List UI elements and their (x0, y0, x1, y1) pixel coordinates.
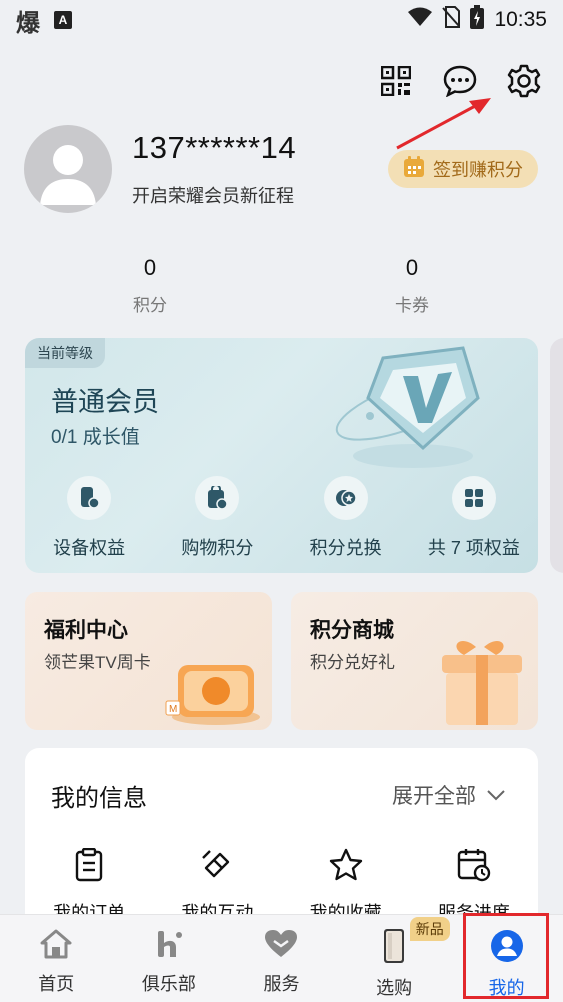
star-icon (329, 848, 363, 886)
profile-subtitle: 开启荣耀会员新征程 (132, 186, 294, 206)
svg-text:M: M (169, 704, 177, 715)
qr-code-icon[interactable] (379, 64, 413, 98)
points-stat[interactable]: 0 积分 (100, 255, 200, 316)
right-label: 积分兑换 (309, 538, 382, 558)
wifi-icon (408, 7, 433, 33)
status-app-glyph: 爆 (16, 9, 40, 37)
membership-level-card[interactable]: 当前等级 普通会员 0/1 成长值 设备权益 购物积分 积分兑换 共 7 项权益 (25, 338, 538, 573)
club-icon (154, 929, 184, 964)
annotation-highlight-box (463, 913, 549, 999)
account-phone: 137******14 (132, 130, 297, 165)
chevron-down-icon (486, 783, 506, 807)
right-label: 设备权益 (53, 538, 126, 558)
promo-subtitle: 领芒果TV周卡 (44, 653, 151, 672)
points-value: 0 (143, 255, 157, 280)
level-rights: 设备权益 购物积分 积分兑换 共 7 项权益 (25, 476, 538, 560)
tab-shop[interactable]: 新品 选购 (338, 915, 451, 1002)
promo-title: 福利中心 (44, 619, 128, 642)
annotation-arrow (395, 96, 495, 156)
coupons-value: 0 (405, 255, 419, 280)
battery-icon (470, 5, 485, 35)
clock: 10:35 (494, 8, 547, 31)
home-icon (40, 929, 72, 964)
tab-label: 选购 (376, 978, 413, 998)
present-illustration-icon (430, 633, 530, 730)
service-calendar-icon (457, 849, 491, 886)
tab-service[interactable]: 服务 (225, 915, 338, 1002)
status-bar: 爆 A 10:35 (0, 0, 563, 40)
tab-label: 服务 (263, 974, 300, 994)
coupons-label: 卡券 (395, 296, 429, 315)
new-product-badge: 新品 (409, 917, 450, 941)
device-rights-icon (67, 476, 112, 520)
phone-product-icon (380, 929, 408, 968)
order-list-icon (74, 847, 104, 886)
tab-label: 首页 (38, 974, 75, 994)
gift-box-illustration-icon: M (164, 645, 264, 730)
profile-header[interactable]: 137******14 开启荣耀会员新征程 (24, 125, 296, 213)
expand-all-label: 展开全部 (392, 785, 476, 808)
points-mall-card[interactable]: 积分商城 积分兑好礼 (291, 592, 538, 730)
right-label: 购物积分 (181, 538, 254, 558)
chat-icon[interactable] (443, 64, 477, 98)
welfare-center-card[interactable]: 福利中心 领芒果TV周卡 M (25, 592, 272, 730)
heart-icon (264, 929, 298, 964)
points-exchange-icon (323, 476, 368, 520)
header-actions (379, 64, 541, 98)
checkin-label: 签到赚积分 (433, 160, 523, 180)
right-device[interactable]: 设备权益 (25, 476, 153, 560)
level-tag: 当前等级 (25, 338, 105, 368)
checkin-button[interactable]: 签到赚积分 (388, 150, 538, 188)
right-exchange[interactable]: 积分兑换 (282, 476, 410, 560)
level-name: 普通会员 (51, 387, 159, 417)
v-emblem-icon (328, 338, 508, 483)
tab-label: 俱乐部 (141, 974, 196, 994)
tab-club[interactable]: 俱乐部 (113, 915, 226, 1002)
shopping-points-icon (195, 476, 240, 520)
points-label: 积分 (133, 296, 167, 315)
input-method-badge: A (54, 11, 72, 29)
promo-subtitle: 积分兑好礼 (310, 653, 395, 672)
coupons-stat[interactable]: 0 卡券 (362, 255, 462, 316)
no-sim-icon (442, 6, 461, 34)
calendar-icon (403, 155, 425, 183)
gear-icon[interactable] (507, 64, 541, 98)
interaction-icon (200, 850, 234, 886)
tab-home[interactable]: 首页 (0, 915, 113, 1002)
promo-title: 积分商城 (310, 619, 394, 642)
right-label: 共 7 项权益 (427, 538, 520, 558)
my-info-title: 我的信息 (51, 785, 147, 812)
next-level-card-peek[interactable] (550, 338, 563, 573)
avatar[interactable] (24, 125, 112, 213)
level-growth: 0/1 成长值 (51, 427, 140, 448)
right-all[interactable]: 共 7 项权益 (410, 476, 538, 560)
grid-icon (451, 476, 496, 520)
right-shopping[interactable]: 购物积分 (153, 476, 281, 560)
expand-all-button[interactable]: 展开全部 (392, 780, 506, 810)
